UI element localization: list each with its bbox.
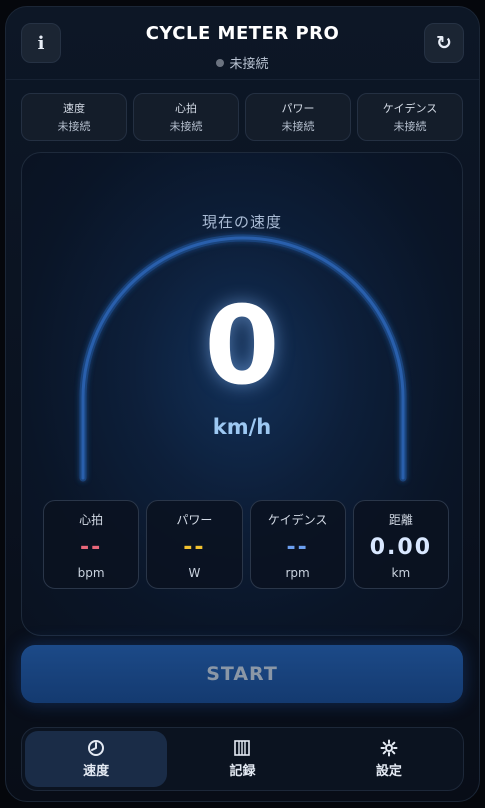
header: i CYCLE METER PRO 未接続 ↻ (6, 7, 479, 79)
tab-speed[interactable]: 速度 (25, 731, 168, 787)
sensor-chip-speed[interactable]: 速度 未接続 (21, 93, 127, 141)
sensor-chip-cadence[interactable]: ケイデンス 未接続 (357, 93, 463, 141)
stat-label: 距離 (388, 513, 413, 527)
status-dot-icon (216, 58, 225, 67)
speed-caption: 現在の速度 (201, 213, 282, 231)
sensor-state: 未接続 (393, 120, 427, 133)
tab-label: 速度 (83, 764, 110, 779)
stat-unit: W (188, 566, 201, 580)
tab-records[interactable]: 記録 (171, 731, 313, 787)
sensor-state: 未接続 (281, 120, 315, 133)
stat-card-cadence: ケイデンス -- rpm (249, 500, 346, 589)
stats-row: 心拍 -- bpm パワー -- W ケイデンス -- rpm 距離 0.00 … (43, 500, 449, 589)
sensor-chip-power[interactable]: パワー 未接続 (245, 93, 351, 141)
speed-value: 0 (204, 284, 280, 409)
sensor-name: ケイデンス (382, 102, 438, 115)
stat-unit: rpm (285, 566, 310, 580)
stat-card-heart-rate: 心拍 -- bpm (43, 500, 140, 589)
stat-card-power: パワー -- W (146, 500, 243, 589)
gear-icon (380, 739, 398, 757)
records-icon (233, 739, 251, 757)
app-title: CYCLE METER PRO (145, 23, 340, 44)
tab-label: 設定 (375, 764, 402, 779)
sensor-state: 未接続 (169, 120, 203, 133)
speedometer-icon (87, 739, 105, 757)
tab-label: 記録 (229, 764, 256, 779)
speed-panel: 現在の速度 0 km/h 心拍 -- bpm パワー -- W ケイデンス --… (21, 152, 463, 636)
stat-value: -- (79, 535, 103, 560)
start-button[interactable]: START (21, 645, 463, 703)
stat-unit: km (391, 566, 411, 580)
sensor-chip-heart-rate[interactable]: 心拍 未接続 (133, 93, 239, 141)
app-window: i CYCLE METER PRO 未接続 ↻ 速度 未接続 心拍 未接続 パワ… (5, 6, 480, 802)
stat-value: -- (183, 535, 206, 560)
sensor-name: 心拍 (175, 102, 197, 115)
stat-label: 心拍 (79, 513, 104, 527)
stat-card-distance: 距離 0.00 km (352, 500, 449, 589)
stat-label: パワー (176, 513, 213, 527)
stat-value: -- (286, 535, 309, 560)
tab-settings[interactable]: 設定 (318, 731, 460, 787)
bottom-nav: 速度 記録 設定 (21, 727, 464, 791)
connection-status-text: 未接続 (229, 57, 269, 72)
stat-value: 0.00 (369, 535, 433, 560)
connection-status: 未接続 (6, 53, 479, 72)
refresh-button[interactable]: ↻ (424, 23, 464, 63)
stat-unit: bpm (77, 566, 105, 580)
refresh-icon: ↻ (436, 32, 452, 54)
sensor-name: パワー (281, 102, 315, 115)
header-divider (6, 79, 479, 80)
sensor-state: 未接続 (57, 120, 91, 133)
stat-label: ケイデンス (267, 513, 328, 527)
sensor-name: 速度 (63, 102, 85, 115)
sensor-status-row: 速度 未接続 心拍 未接続 パワー 未接続 ケイデンス 未接続 (21, 93, 463, 141)
speed-unit: km/h (212, 415, 272, 439)
